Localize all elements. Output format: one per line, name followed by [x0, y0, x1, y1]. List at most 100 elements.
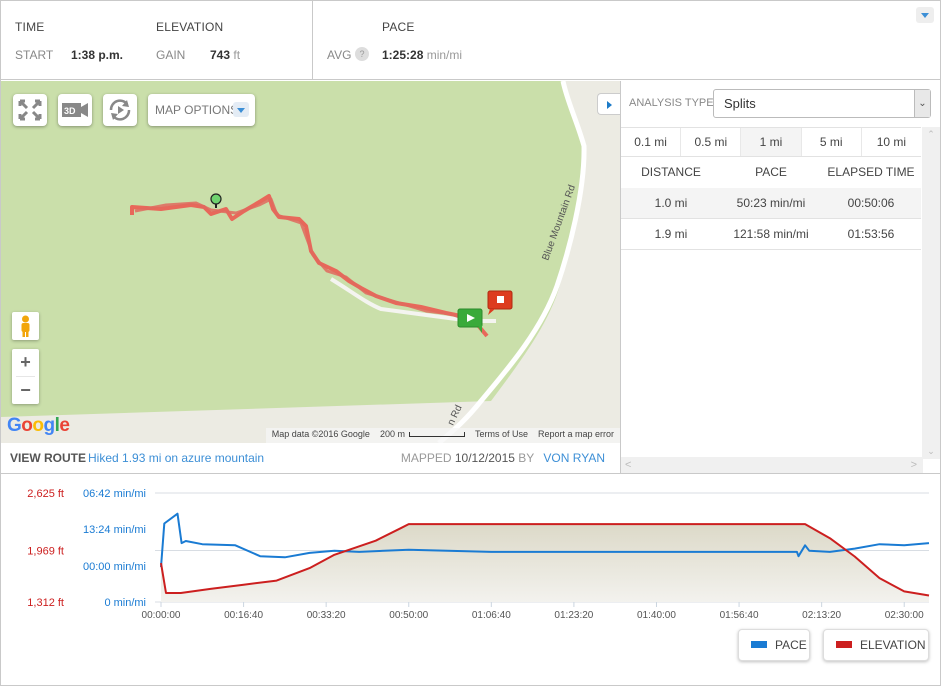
pace-tick-label: 06:42 min/mi — [83, 488, 146, 500]
tab-10-mi[interactable]: 10 mi — [862, 128, 921, 156]
zoom-control: + − — [12, 349, 39, 404]
avg-label: AVG — [327, 48, 352, 62]
analysis-panel: ANALYSIS TYPE: Splits ⌄ 0.1 mi 0.5 mi 1 … — [620, 81, 940, 474]
mapped-date: 10/12/2015 — [454, 451, 515, 465]
stats-header: TIME START 1:38 p.m. ELEVATION GAIN 743 … — [1, 1, 940, 80]
analysis-type-value: Splits — [724, 96, 756, 111]
table-row[interactable]: 1.0 mi 50:23 min/mi 00:50:06 — [621, 188, 921, 219]
x-tick-label: 02:13:20 — [802, 610, 841, 621]
start-label: START — [15, 48, 54, 62]
scale-label: 200 m — [379, 429, 405, 439]
google-logo: Google — [7, 415, 70, 437]
fullscreen-icon — [18, 99, 42, 121]
route-link[interactable]: Hiked 1.93 mi on azure mountain — [88, 443, 264, 474]
column-header: PACE — [755, 165, 787, 179]
3d-camera-icon: 3D — [62, 103, 88, 117]
tab-5-mi[interactable]: 5 mi — [802, 128, 862, 156]
elevation-label: ELEVATION — [156, 20, 224, 34]
table-row[interactable]: 1.9 mi 121:58 min/mi 01:53:56 — [621, 219, 921, 250]
map-canvas: Blue Mountain Rd n Rd — [1, 81, 587, 443]
elevation-tick-label: 1,312 ft — [27, 597, 64, 609]
tab-1-mi[interactable]: 1 mi — [741, 128, 802, 156]
horizontal-scrollbar[interactable]: < > — [621, 457, 923, 473]
scroll-left-icon[interactable]: < — [625, 457, 631, 473]
vertical-scrollbar[interactable]: ⌃ ⌄ — [922, 127, 940, 459]
panel-toggle-button[interactable] — [597, 93, 620, 115]
view-route-label: VIEW ROUTE — [10, 451, 87, 465]
avg-pace-value: 1:25:28 min/mi — [382, 48, 462, 62]
scroll-up-icon[interactable]: ⌃ — [922, 129, 940, 140]
cell-pace: 50:23 min/mi — [736, 196, 806, 210]
x-tick-label: 00:16:40 — [224, 610, 263, 621]
collapse-stats-button[interactable] — [916, 7, 934, 23]
chevron-down-icon: ⌄ — [914, 90, 930, 117]
gain-number: 743 — [210, 48, 231, 62]
logo-letter: o — [21, 415, 33, 436]
gain-label: GAIN — [156, 48, 186, 62]
stats-divider — [312, 1, 313, 80]
gain-unit: ft — [233, 48, 241, 62]
pace-tick-label: 00:00 min/mi — [83, 561, 146, 573]
x-tick-label: 01:56:40 — [720, 610, 759, 621]
by-label: BY — [518, 451, 535, 465]
mapped-label: MAPPED — [400, 451, 452, 465]
logo-letter: e — [59, 415, 70, 436]
cell-elapsed: 01:53:56 — [847, 227, 895, 241]
legend-elevation-toggle[interactable]: ELEVATION — [823, 629, 929, 661]
rotate-button[interactable] — [103, 94, 137, 126]
scroll-down-icon[interactable]: ⌄ — [922, 446, 940, 457]
x-tick-label: 00:00:00 — [142, 610, 181, 621]
column-header: ELAPSED TIME — [827, 165, 915, 179]
logo-letter: g — [43, 415, 56, 436]
street-view-pegman[interactable] — [12, 312, 39, 340]
route-info-bar: VIEW ROUTE Hiked 1.93 mi on azure mounta… — [1, 443, 620, 474]
tab-0-1-mi[interactable]: 0.1 mi — [621, 128, 682, 156]
3d-view-button[interactable]: 3D — [58, 94, 92, 126]
legend-pace-toggle[interactable]: PACE — [738, 629, 810, 661]
pace-number: 1:25:28 — [382, 48, 424, 62]
fullscreen-button[interactable] — [13, 94, 47, 126]
x-tick-label: 01:23:20 — [554, 610, 593, 621]
help-icon[interactable]: ? — [355, 47, 369, 61]
pace-tick-label: 13:24 min/mi — [83, 524, 146, 536]
scroll-right-icon[interactable]: > — [911, 457, 917, 473]
time-label: TIME — [15, 20, 45, 34]
tab-0-5-mi[interactable]: 0.5 mi — [681, 128, 742, 156]
scale-bar — [408, 432, 465, 438]
x-tick-label: 00:33:20 — [307, 610, 346, 621]
report-error-link[interactable]: Report a map error — [538, 429, 614, 439]
zoom-out-button[interactable]: − — [12, 377, 39, 404]
splits-table: DISTANCE PACE ELAPSED TIME 1.0 mi 50:23 … — [621, 157, 921, 250]
zoom-in-button[interactable]: + — [12, 349, 39, 376]
split-distance-tabs: 0.1 mi 0.5 mi 1 mi 5 mi 10 mi — [621, 127, 921, 157]
elevation-swatch — [836, 641, 852, 648]
author-link[interactable]: VON RYAN — [543, 451, 605, 465]
analysis-type-label: ANALYSIS TYPE: — [629, 97, 717, 109]
cell-distance: 1.9 mi — [654, 227, 688, 241]
x-tick-label: 01:40:00 — [637, 610, 676, 621]
pace-label: PACE — [382, 20, 415, 34]
elevation-pace-chart: 2,625 ft 1,969 ft 1,312 ft 06:42 min/mi 13:2… — [1, 475, 940, 685]
elevation-area — [161, 524, 929, 602]
map-options-button[interactable]: MAP OPTIONS — [148, 94, 255, 126]
legend-pace-label: PACE — [775, 638, 807, 652]
terms-link[interactable]: Terms of Use — [475, 429, 528, 439]
route-map[interactable]: Blue Mountain Rd n Rd 3D MAP OPTIONS + −… — [1, 81, 620, 443]
chevron-down-icon — [233, 102, 249, 117]
cell-distance: 1.0 mi — [654, 196, 688, 210]
legend-elevation-label: ELEVATION — [860, 638, 926, 652]
pegman-icon — [21, 315, 30, 337]
column-header: DISTANCE — [641, 165, 701, 179]
park-area — [1, 81, 584, 417]
pace-unit: min/mi — [426, 48, 463, 62]
elevation-tick-label: 2,625 ft — [27, 488, 64, 500]
map-data-credit: Map data ©2016 Google — [271, 429, 370, 439]
analysis-type-select[interactable]: Splits ⌄ — [713, 89, 931, 118]
table-header: DISTANCE PACE ELAPSED TIME — [621, 157, 921, 188]
map-options-label: MAP OPTIONS — [155, 103, 239, 117]
start-time-value: 1:38 p.m. — [71, 48, 124, 62]
cell-elapsed: 00:50:06 — [847, 196, 895, 210]
x-tick-label: 02:30:00 — [885, 610, 924, 621]
chart-canvas: 2,625 ft 1,969 ft 1,312 ft 06:42 min/mi 13:2… — [27, 488, 930, 621]
x-tick-label: 01:06:40 — [472, 610, 511, 621]
